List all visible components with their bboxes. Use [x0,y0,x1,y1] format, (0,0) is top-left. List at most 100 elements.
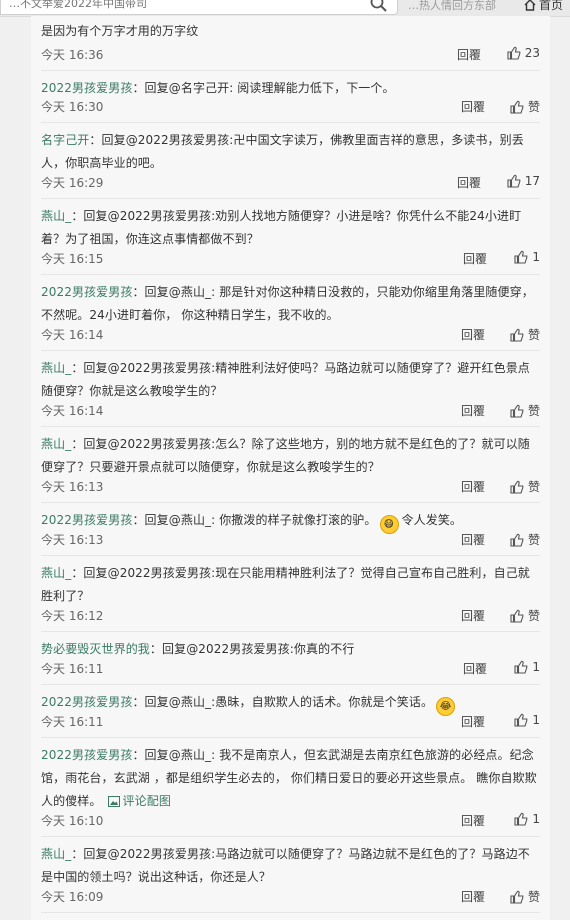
comment-body: 是因为有个万字才用的万字纹 [41,24,199,38]
like-button[interactable]: 1 [514,250,540,264]
like-count: 1 [532,713,540,727]
username-link[interactable]: 燕山_ [41,437,71,451]
like-button[interactable]: 赞 [510,607,540,624]
comment-time: 今天 16:13 [41,533,104,547]
reply-button[interactable]: 回覆 [461,713,485,730]
thumbs-up-icon [514,250,528,264]
comment-item: 燕山_：回复@2022男孩爱男孩:劝别人找地方随便穿？小进是啥？你凭什么不能24… [41,199,540,275]
reply-button[interactable]: 回覆 [457,46,481,63]
comment-text: 势必要毁灭世界的我：回复@2022男孩爱男孩:你真的不行 [41,638,540,661]
reply-button[interactable]: 回覆 [461,888,485,905]
username-link[interactable]: 2022男孩爱男孩 [41,81,132,95]
username-link[interactable]: 2022男孩爱男孩 [41,285,132,299]
comment-time: 今天 16:09 [41,890,104,904]
like-button[interactable]: 1 [514,660,540,674]
like-count: 23 [524,46,540,60]
like-button[interactable]: 赞 [510,326,540,343]
like-count: 赞 [527,328,540,342]
comment-body: ：回复@2022男孩爱男孩:怎么？除了这些地方，别的地方就不是红色的了？就可以随… [41,437,530,474]
hot-search-links[interactable]: …热人情回方东部 [408,0,496,13]
like-button[interactable]: 23 [507,46,540,60]
username-link[interactable]: 燕山_ [41,566,71,580]
comment-item: 势必要毁灭世界的我：回复@2022男孩爱男孩:你真的不行 今天 16:11 回覆 1 [41,632,540,685]
username-link[interactable]: 燕山_ [41,361,71,375]
comment-item: 燕山_：回复@2022男孩爱男孩:怎么？除了这些地方，别的地方就不是红色的了？就… [41,427,540,503]
search-input[interactable] [1,0,357,15]
reply-button[interactable]: 回覆 [461,478,485,495]
like-count: 赞 [527,609,540,623]
like-button[interactable]: 赞 [510,98,540,115]
username-link[interactable]: 名字己开 [41,133,89,147]
like-button[interactable]: 赞 [510,888,540,905]
like-button[interactable]: 赞 [510,478,540,495]
comment-time: 今天 16:15 [41,252,104,266]
comment-body: ：回复@2022男孩爱男孩:卍中国文字读万，佛教里面吉祥的意思，多读书，别丢人，… [41,133,524,170]
thumbs-up-icon [507,174,521,188]
reply-button[interactable]: 回覆 [457,174,481,191]
reply-button[interactable]: 回覆 [461,402,485,419]
comment-item: 燕山_：回复@2022男孩爱男孩:马路边就可以随便穿了？马路边就不是红色的了？马… [41,837,540,913]
comment-text: 燕山_：回复@2022男孩爱男孩:劝别人找地方随便穿？小进是啥？你凭什么不能24… [41,205,540,251]
like-button[interactable]: 17 [507,174,540,188]
thumbs-up-icon [510,533,524,547]
thumbs-up-icon [510,890,524,904]
reply-button[interactable]: 回覆 [461,98,485,115]
home-icon [524,0,536,11]
comment-item: 燕山_：回复@2022男孩爱男孩:精神胜利法好使吗？马路边就可以随便穿了？避开红… [41,351,540,427]
reply-button[interactable]: 回覆 [461,812,485,829]
search-icon[interactable] [369,0,389,13]
comment-body: ：回复@燕山_: 你撒泼的样子就像打滚的驴。 [132,513,377,527]
comment-body: ：回复@2022男孩爱男孩:马路边就可以随便穿了？马路边就不是红色的了？马路边不… [41,847,530,884]
comment-time: 今天 16:10 [41,814,104,828]
comment-text: 燕山_：回复@2022男孩爱男孩:怎么？除了这些地方，别的地方就不是红色的了？就… [41,433,540,479]
like-count: 赞 [527,100,540,114]
like-button[interactable]: 赞 [510,531,540,548]
username-link[interactable]: 2022男孩爱男孩 [41,748,132,762]
search-box [0,0,398,15]
like-count: 1 [532,660,540,674]
like-button[interactable]: 1 [514,713,540,727]
reply-button[interactable]: 回覆 [463,250,487,267]
comment-item: 2022男孩爱男孩：回复@燕山_: 我不是南京人，但玄武湖是去南京红色旅游的必经… [41,738,540,837]
username-link[interactable]: 燕山_ [41,847,71,861]
reply-button[interactable]: 回覆 [461,607,485,624]
comment-item: 2022男孩爱男孩：回复@燕山_: 你撒泼的样子就像打滚的驴。 😷 令人发笑。 今天 … [41,503,540,556]
comment-time: 今天 16:13 [41,480,104,494]
thumbs-up-icon [510,609,524,623]
home-link[interactable]: 首页 [524,0,563,13]
thumbs-up-icon [514,713,528,727]
reply-button[interactable]: 回覆 [461,326,485,343]
comment-text: 燕山_：回复@2022男孩爱男孩:马路边就可以随便穿了？马路边就不是红色的了？马… [41,843,540,889]
username-link[interactable]: 2022男孩爱男孩 [41,695,132,709]
username-link[interactable]: 势必要毁灭世界的我 [41,642,150,656]
comment-time: 今天 16:11 [41,662,104,676]
comment-body: ：回复@燕山_:愚昧，自欺欺人的话术。你就是个笑话。 [132,695,434,709]
comment-item: 2022男孩爱男孩：回复@名字己开: 阅读理解能力低下，下一个。今天 16:30… [41,71,540,123]
comment-item: 名字己开：回复@2022男孩爱男孩:卍中国文字读万，佛教里面吉祥的意思，多读书，… [41,123,540,199]
like-button[interactable]: 赞 [510,402,540,419]
comment-item: 2022男孩爱男孩：回复@燕山_:愚昧，自欺欺人的话术。你就是个笑话。 😂 今天 1… [41,685,540,738]
username-link[interactable]: 2022男孩爱男孩 [41,513,132,527]
like-count: 1 [532,812,540,826]
comment-body: ：回复@名字己开: 阅读理解能力低下，下一个。 [132,81,395,95]
comment-image-link[interactable]: 评论配图 [107,794,171,808]
comment-time: 今天 16:30 [41,100,104,114]
comment-text: 燕山_：回复@2022男孩爱男孩:精神胜利法好使吗？马路边就可以随便穿了？避开红… [41,357,540,403]
reply-button[interactable]: 回覆 [463,660,487,677]
home-label: 首页 [539,0,564,12]
comment-text: 2022男孩爱男孩：回复@燕山_: 那是针对你这种精日没救的，只能劝你缩里角落里… [41,281,540,327]
like-button[interactable]: 1 [514,812,540,826]
reply-button[interactable]: 回覆 [461,531,485,548]
thumbs-up-icon [507,46,521,60]
top-bar: …热人情回方东部 首页 [0,0,570,17]
thumbs-up-icon [510,100,524,114]
comment-body: ：回复@2022男孩爱男孩:你真的不行 [149,642,355,656]
username-link[interactable]: 燕山_ [41,209,71,223]
comment-time: 今天 16:14 [41,328,104,342]
thumbs-up-icon [514,660,528,674]
comment-list: 是因为有个万字才用的万字纹 今天 16:36 回覆 23 2022男孩爱男孩：回复@名… [31,16,550,920]
comment-body: ：回复@2022男孩爱男孩:现在只能用精神胜利法了？觉得自己宣布自己胜利，自己就… [41,566,530,603]
like-count: 赞 [527,404,540,418]
comment-body: 令人发笑。 [401,513,463,527]
thumbs-up-icon [510,404,524,418]
